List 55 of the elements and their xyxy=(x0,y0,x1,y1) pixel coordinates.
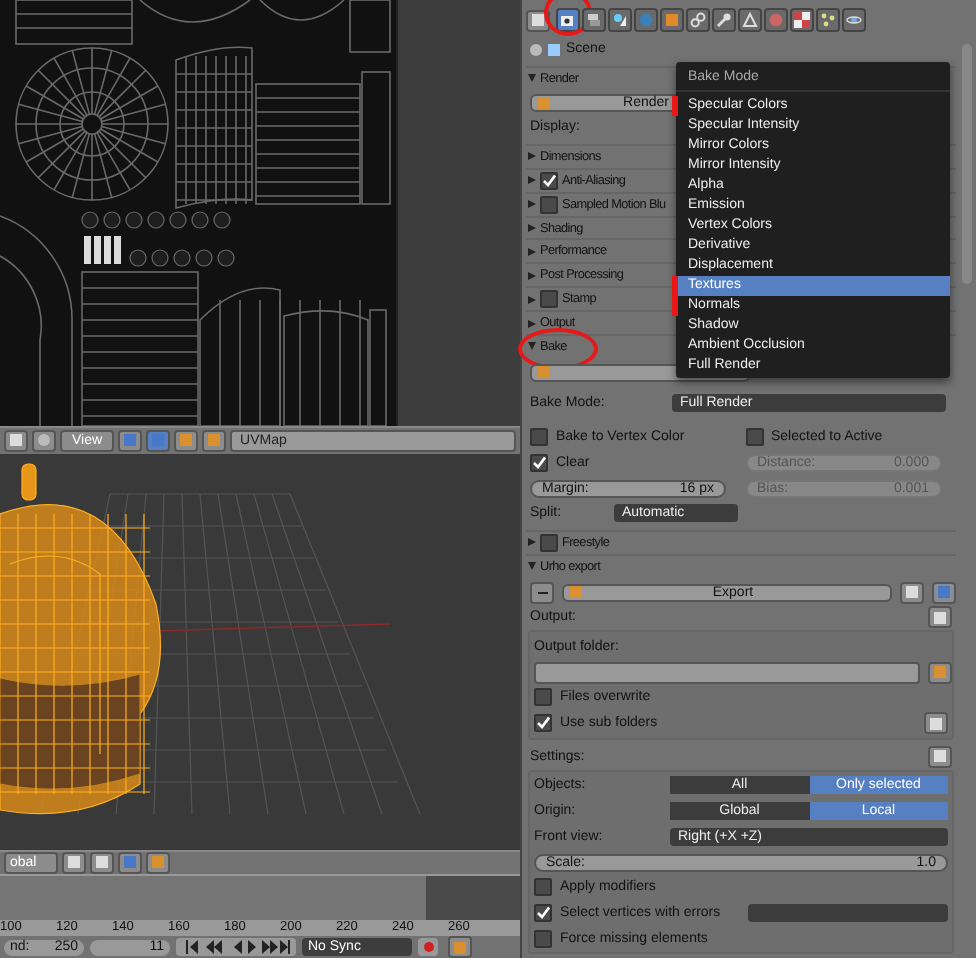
add-button[interactable] xyxy=(924,712,948,735)
edge-mode-button[interactable] xyxy=(174,429,199,452)
properties-tab[interactable] xyxy=(842,8,866,32)
world-icon xyxy=(638,12,654,28)
properties-tab[interactable] xyxy=(686,8,710,32)
shading-button[interactable] xyxy=(62,851,87,874)
output-folder-field[interactable] xyxy=(534,661,920,684)
checkbox[interactable] xyxy=(534,714,552,733)
checker-icon xyxy=(794,12,810,28)
properties-tab[interactable] xyxy=(712,8,736,32)
chain-icon xyxy=(690,12,706,28)
browse-button[interactable] xyxy=(928,661,952,684)
save-button[interactable] xyxy=(932,581,956,604)
sphere-icon xyxy=(768,12,784,28)
checkbox[interactable] xyxy=(534,903,552,922)
particles-icon xyxy=(820,12,836,28)
editor-type-button[interactable] xyxy=(526,9,550,31)
checkbox[interactable] xyxy=(540,195,558,214)
expand-button[interactable] xyxy=(928,606,952,629)
expand-button[interactable] xyxy=(928,745,952,768)
physics-icon xyxy=(846,12,862,28)
wrench-icon xyxy=(716,12,732,28)
checkbox[interactable] xyxy=(540,533,558,552)
properties-tab[interactable] xyxy=(608,8,632,32)
object-icon xyxy=(664,12,680,28)
playback-controls[interactable] xyxy=(176,938,296,956)
snap-button[interactable] xyxy=(118,851,143,874)
pivot-button[interactable] xyxy=(118,429,143,452)
record-icon xyxy=(423,942,433,952)
mesh-icon xyxy=(742,12,758,28)
checkbox[interactable] xyxy=(540,290,558,309)
face-mode-button[interactable] xyxy=(202,429,227,452)
checkbox[interactable] xyxy=(534,688,552,707)
layer-button[interactable] xyxy=(90,851,115,874)
checkbox[interactable] xyxy=(540,171,558,190)
editor-type-button[interactable] xyxy=(4,429,28,452)
checkbox[interactable] xyxy=(530,428,548,447)
checkbox[interactable] xyxy=(534,878,552,897)
minus-icon xyxy=(537,591,547,594)
pin-button[interactable] xyxy=(32,429,56,452)
properties-tab[interactable] xyxy=(790,8,814,32)
checkbox[interactable] xyxy=(530,453,548,472)
minus-button[interactable] xyxy=(530,581,554,604)
checkbox[interactable] xyxy=(534,929,552,948)
checkbox[interactable] xyxy=(745,428,763,447)
properties-tab[interactable] xyxy=(556,8,580,32)
square-icon xyxy=(96,856,109,869)
properties-tab[interactable] xyxy=(738,8,762,32)
properties-tab[interactable] xyxy=(582,8,606,32)
preset-button[interactable] xyxy=(900,581,924,604)
properties-tab[interactable] xyxy=(816,8,840,32)
layers-icon xyxy=(586,12,602,28)
keying-button[interactable] xyxy=(448,936,472,958)
render-button[interactable] xyxy=(146,851,171,874)
vertex-group-dropdown[interactable] xyxy=(748,903,948,922)
